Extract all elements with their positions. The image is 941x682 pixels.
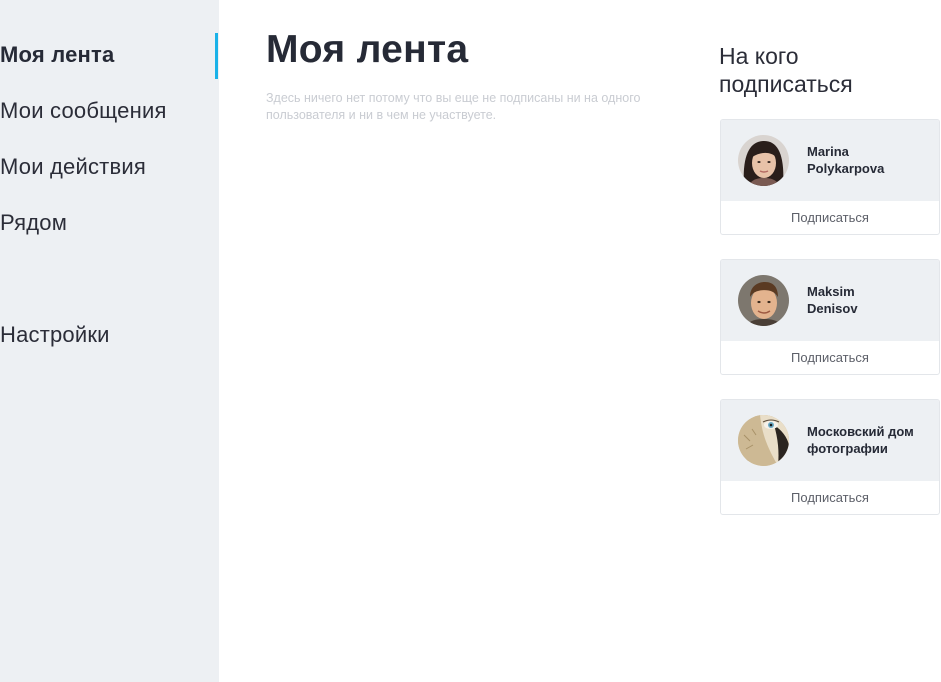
sidebar-item-nearby[interactable]: Рядом [0,210,67,236]
suggestion-card-header[interactable]: Московский дом фотографии [721,400,939,481]
sidebar-item-my-feed[interactable]: Моя лента [0,42,114,68]
suggestion-name-line1: Maksim [807,284,855,299]
avatar-marina-icon [738,135,789,186]
subscribe-button[interactable]: Подписаться [721,201,939,234]
empty-feed-message: Здесь ничего нет потому что вы еще не по… [266,91,641,122]
suggestion-name[interactable]: Maksim Denisov [807,283,935,317]
subscribe-button[interactable]: Подписаться [721,481,939,514]
suggestion-name-line1: Marina [807,144,849,159]
subscribe-button[interactable]: Подписаться [721,341,939,374]
suggestion-name-line2: Polykarpova [807,161,885,176]
avatar[interactable] [738,415,789,466]
sidebar: Моя лента Мои сообщения Мои действия Ряд… [0,0,219,682]
suggestion-card: Московский дом фотографии Подписаться [720,399,940,515]
avatar-maksim-icon [738,275,789,326]
sidebar-item-my-messages[interactable]: Мои сообщения [0,98,167,124]
page-title: Моя лента [266,28,469,71]
suggestion-card-header[interactable]: Marina Polykarpova [721,120,939,201]
avatar-moscow-photo-house-icon [738,415,789,466]
suggestion-card: Maksim Denisov Подписаться [720,259,940,375]
suggestion-card-header[interactable]: Maksim Denisov [721,260,939,341]
suggestion-card: Marina Polykarpova Подписаться [720,119,940,235]
suggestions-title: На кого подписаться [719,43,853,97]
avatar[interactable] [738,275,789,326]
suggestion-name[interactable]: Marina Polykarpova [807,143,935,177]
suggestion-name-line2: фотографии [807,441,888,456]
sidebar-item-my-actions[interactable]: Мои действия [0,154,146,180]
suggestion-name[interactable]: Московский дом фотографии [807,423,935,457]
sidebar-item-settings[interactable]: Настройки [0,322,110,348]
active-indicator [215,33,218,79]
suggestion-name-line1: Московский дом [807,424,914,439]
suggestion-name-line2: Denisov [807,301,858,316]
avatar[interactable] [738,135,789,186]
app-root: Моя лента Мои сообщения Мои действия Ряд… [0,0,941,682]
